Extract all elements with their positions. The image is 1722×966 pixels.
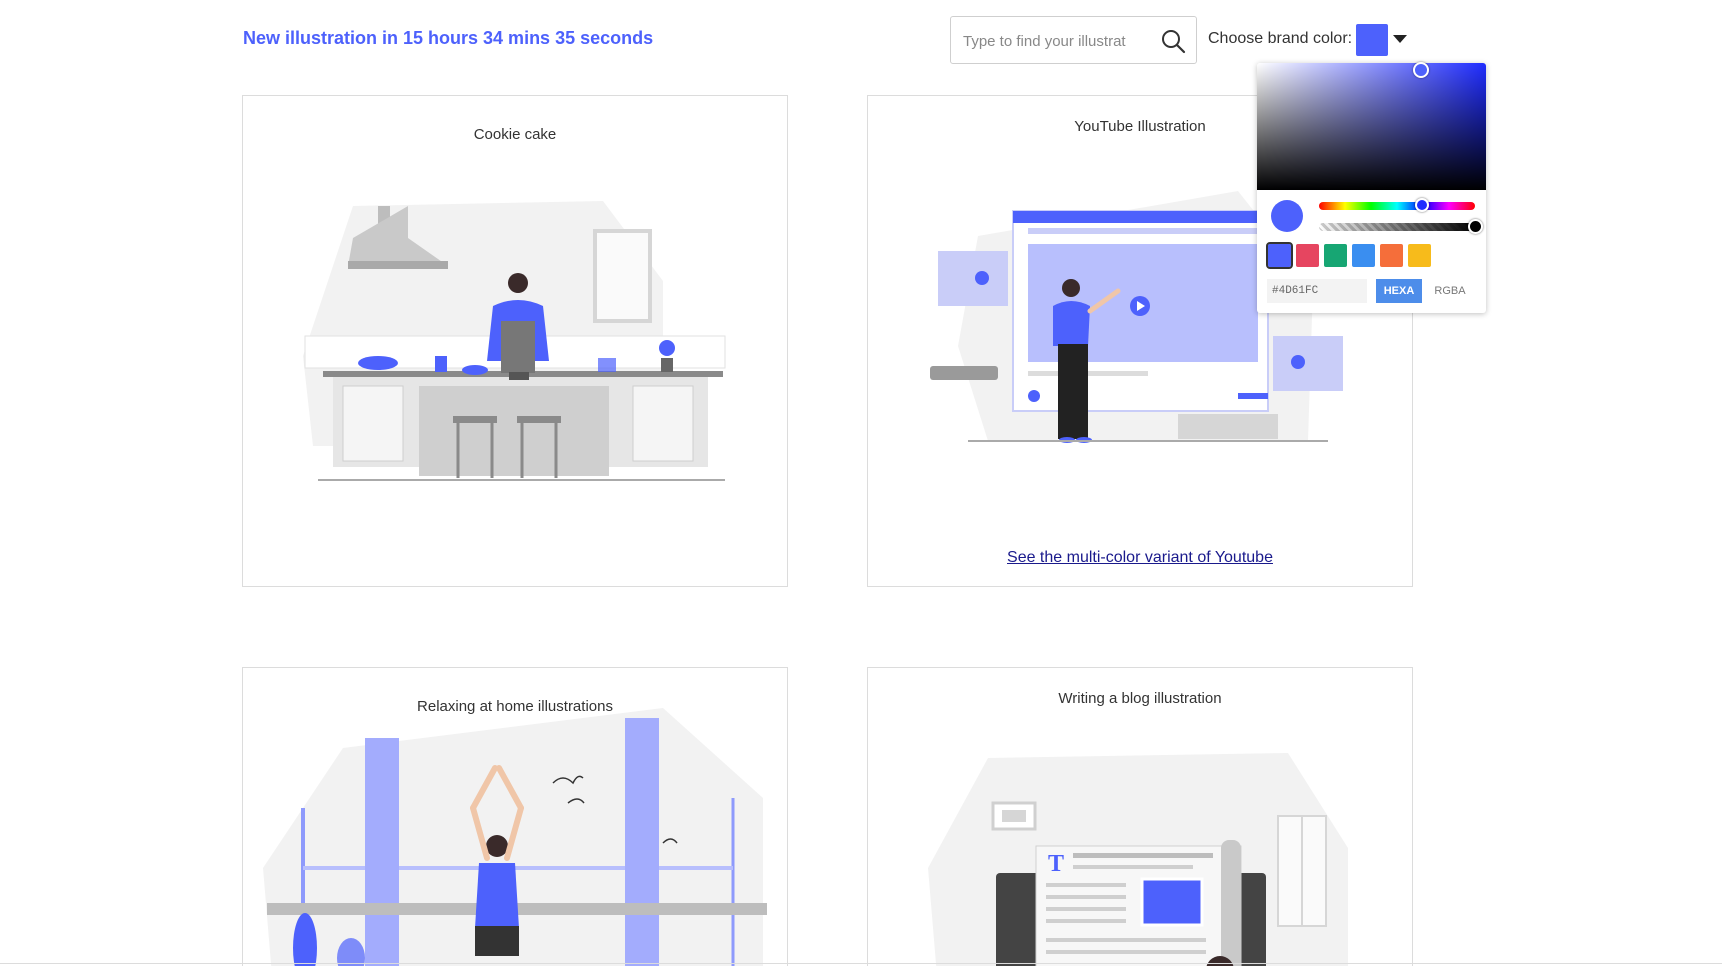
hue-slider-handle[interactable] bbox=[1415, 198, 1429, 212]
color-picker-popup: HEXA RGBA bbox=[1257, 62, 1486, 313]
saturation-handle[interactable] bbox=[1413, 62, 1429, 78]
chevron-down-icon[interactable] bbox=[1393, 35, 1407, 43]
brand-color-label: Choose brand color: bbox=[1208, 30, 1353, 47]
illustration-card-relaxing-home[interactable]: Relaxing at home illustrations bbox=[242, 667, 788, 966]
preset-swatches bbox=[1266, 242, 1431, 269]
search-input[interactable] bbox=[963, 29, 1153, 53]
hex-input[interactable] bbox=[1267, 279, 1367, 303]
multicolor-variant-link[interactable]: See the multi-color variant of Youtube bbox=[868, 549, 1412, 567]
countdown-text: New illustration in 15 hours 34 mins 35 … bbox=[243, 28, 654, 48]
blog-illustration: T bbox=[928, 753, 1348, 966]
illustration-card-writing-blog[interactable]: Writing a blog illustration T bbox=[867, 667, 1413, 966]
preset-swatch-3[interactable] bbox=[1324, 244, 1347, 267]
preset-swatch-1[interactable] bbox=[1266, 242, 1293, 269]
illustration-card-cookie-cake[interactable]: Cookie cake bbox=[242, 95, 788, 587]
preset-swatch-4[interactable] bbox=[1352, 244, 1375, 267]
alpha-slider[interactable] bbox=[1319, 223, 1475, 231]
svg-text:T: T bbox=[1048, 851, 1064, 877]
hexa-mode-button[interactable]: HEXA bbox=[1376, 279, 1422, 303]
alpha-slider-handle[interactable] bbox=[1468, 219, 1483, 234]
page-divider bbox=[0, 963, 1722, 964]
search-box[interactable] bbox=[950, 16, 1197, 64]
relaxing-illustration bbox=[263, 708, 767, 966]
preset-swatch-2[interactable] bbox=[1296, 244, 1319, 267]
kitchen-illustration bbox=[303, 201, 726, 481]
search-icon[interactable] bbox=[1160, 28, 1186, 54]
color-preview-circle bbox=[1271, 200, 1303, 232]
preset-swatch-6[interactable] bbox=[1408, 244, 1431, 267]
preset-swatch-5[interactable] bbox=[1380, 244, 1403, 267]
rgba-mode-button[interactable]: RGBA bbox=[1427, 279, 1473, 303]
hue-slider[interactable] bbox=[1319, 202, 1475, 210]
saturation-value-area[interactable] bbox=[1257, 63, 1486, 190]
brand-color-swatch[interactable] bbox=[1356, 24, 1388, 56]
